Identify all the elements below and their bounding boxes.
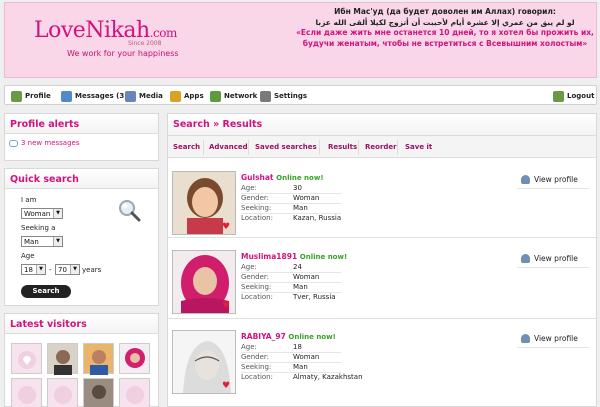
nav-apps[interactable]: Apps	[170, 90, 204, 102]
view-profile-link[interactable]: View profile	[521, 254, 578, 263]
nav-media[interactable]: Media	[125, 90, 163, 102]
network-icon	[210, 90, 221, 102]
age-to-select[interactable]: 70 ▼	[55, 264, 80, 275]
profile-gender: Woman	[293, 273, 320, 281]
i-am-label: I am	[21, 196, 37, 204]
profile-alerts-title: Profile alerts	[5, 114, 158, 134]
profile-name[interactable]: Muslima1891 Online now!	[241, 252, 347, 261]
quick-search-button[interactable]: Search	[21, 285, 71, 298]
nav-messages[interactable]: Messages (3)	[61, 90, 127, 102]
quick-search-title: Quick search	[5, 169, 158, 189]
results-breadcrumb: Search » Results	[168, 114, 596, 136]
profile-photo[interactable]: ♥	[172, 250, 236, 314]
settings-icon	[260, 90, 271, 102]
profile-name[interactable]: Gulshat Online now!	[241, 173, 324, 182]
magnifier-icon	[119, 200, 141, 222]
tab-saved-searches[interactable]: Saved searches	[255, 143, 317, 151]
profile-seeking: Man	[293, 204, 308, 212]
visitor-avatar[interactable]	[11, 378, 42, 407]
latest-visitors-title: Latest visitors	[5, 314, 158, 334]
chevron-down-icon: ▼	[53, 209, 62, 218]
online-status: Online now!	[276, 174, 324, 182]
tab-results[interactable]: Results	[328, 143, 357, 151]
profile-location: Almaty, Kazakhstan	[293, 373, 363, 381]
profile-photo[interactable]: ♥	[172, 330, 236, 394]
top-nav: Profile Messages (3) Media Apps Network …	[4, 85, 597, 105]
user-icon	[521, 334, 530, 343]
view-profile-link[interactable]: View profile	[521, 175, 578, 184]
profile-name[interactable]: RABIYA_97 Online now!	[241, 332, 336, 341]
tab-search[interactable]: Search	[173, 143, 200, 151]
profile-age: 30	[293, 184, 302, 192]
chevron-down-icon: ▼	[53, 237, 62, 246]
since-label: Since 2008	[128, 40, 162, 47]
i-am-select[interactable]: Woman ▼	[21, 208, 63, 219]
age-dash: -	[49, 266, 52, 274]
visitor-avatar[interactable]	[119, 378, 150, 407]
quote-russian: «Если даже жить мне останется 10 дней, т…	[296, 28, 594, 48]
age-unit: years	[82, 266, 102, 274]
visitor-avatar[interactable]	[47, 343, 78, 375]
profile-location: Kazan, Russia	[293, 214, 342, 222]
tagline: We work for your happiness	[67, 49, 179, 58]
profile-age: 24	[293, 263, 302, 271]
tab-advanced[interactable]: Advanced	[209, 143, 248, 151]
profile-alerts-panel: Profile alerts	[4, 113, 159, 161]
new-messages-link[interactable]: 3 new messages	[9, 139, 79, 147]
chevron-down-icon: ▼	[70, 265, 79, 274]
media-icon	[125, 90, 136, 102]
age-label: Age	[21, 252, 35, 260]
tab-reorder[interactable]: Reorder	[365, 143, 397, 151]
message-bubble-icon	[9, 139, 18, 147]
visitor-avatar[interactable]	[83, 343, 114, 375]
nav-settings[interactable]: Settings	[260, 90, 307, 102]
profile-age: 18	[293, 343, 302, 351]
quote-title: Ибн Мас'уд (да будет доволен им Аллах) г…	[334, 7, 556, 16]
profile-seeking: Man	[293, 363, 308, 371]
logout-button[interactable]: Logout	[553, 90, 594, 102]
profile-icon	[11, 90, 22, 102]
visitor-avatar[interactable]	[11, 343, 42, 374]
tab-save-it[interactable]: Save it	[405, 143, 432, 151]
apps-icon	[170, 90, 181, 102]
results-tabs: Search Advanced Saved searches Results R…	[168, 136, 596, 158]
user-icon	[521, 175, 530, 184]
profile-seeking: Man	[293, 283, 308, 291]
heart-icon[interactable]: ♥	[222, 382, 231, 391]
profile-gender: Woman	[293, 194, 320, 202]
nav-network[interactable]: Network	[210, 90, 257, 102]
quote-arabic: لو لم يبق من عمري إلا عشرة أيام لأحببت أ…	[315, 17, 575, 27]
nav-profile[interactable]: Profile	[11, 90, 51, 102]
online-status: Online now!	[299, 253, 348, 261]
seeking-label: Seeking a	[21, 224, 56, 232]
age-from-select[interactable]: 18 ▼	[21, 264, 46, 275]
view-profile-link[interactable]: View profile	[521, 334, 578, 343]
chevron-down-icon: ▼	[36, 265, 45, 274]
profile-gender: Woman	[293, 353, 320, 361]
profile-photo[interactable]: ♥	[172, 171, 236, 235]
visitor-avatar[interactable]	[47, 378, 78, 407]
seeking-select[interactable]: Man ▼	[21, 236, 63, 247]
logout-icon	[553, 90, 564, 102]
heart-icon[interactable]: ♥	[222, 302, 231, 311]
user-icon	[521, 254, 530, 263]
online-status: Online now!	[288, 333, 336, 341]
visitor-avatar[interactable]	[119, 343, 150, 374]
profile-location: Tver, Russia	[293, 293, 336, 301]
visitor-avatar[interactable]	[83, 378, 114, 407]
heart-icon[interactable]: ♥	[222, 223, 231, 232]
messages-icon	[61, 90, 72, 102]
header-quote: Ибн Мас'уд (да будет доволен им Аллах) г…	[295, 7, 595, 49]
site-header: LoveNikah.com Since 2008 We work for you…	[4, 2, 597, 78]
